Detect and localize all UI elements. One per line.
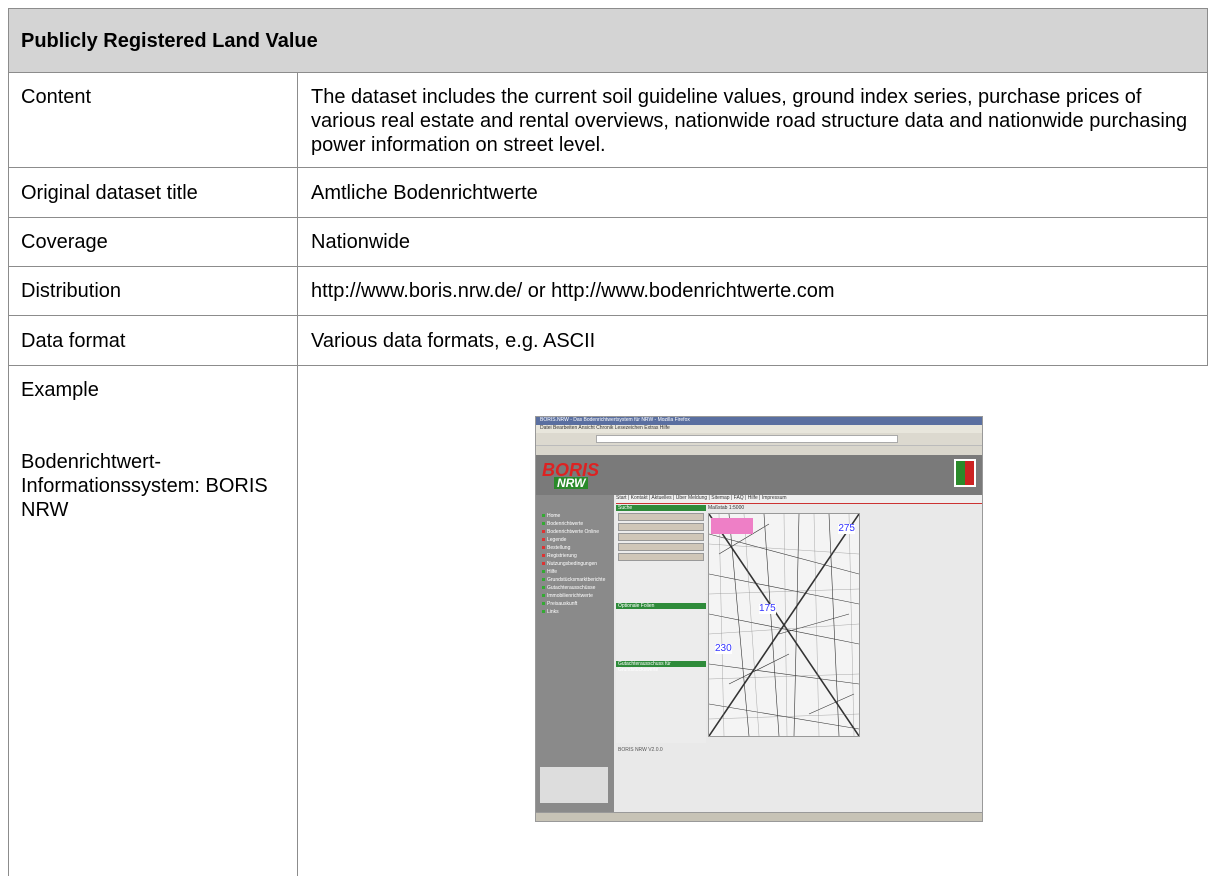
- column-divider: [297, 168, 298, 217]
- land-value-label: 230: [715, 643, 732, 654]
- column-divider: [297, 218, 298, 266]
- address-bar: [596, 435, 898, 443]
- row-value: Various data formats, e.g. ASCII: [311, 330, 596, 352]
- row-value: Nationwide: [311, 231, 410, 253]
- sidebar-item: Bodenrichtwerte Online: [542, 529, 599, 535]
- column-divider: [297, 73, 298, 167]
- sidebar-item: Links: [542, 609, 559, 615]
- search-panel: Suche Optionale Folien Gutachterausschus…: [616, 505, 706, 743]
- sidebar-item: Gutachterausschüsse: [542, 585, 595, 591]
- sidebar-item: Registrierung: [542, 553, 577, 559]
- partner-logos: [540, 767, 608, 803]
- table-title: Publicly Registered Land Value: [8, 8, 1208, 73]
- sidebar-item: Nutzungsbedingungen: [542, 561, 597, 567]
- table-row-content: Content The dataset includes the current…: [8, 73, 1208, 168]
- search-field: [618, 533, 704, 541]
- search-field: [618, 543, 704, 551]
- column-divider: [297, 366, 298, 876]
- scale-selector: Maßstab 1:5000: [708, 505, 745, 511]
- row-label: Original dataset title: [21, 182, 198, 204]
- panel-header: Optionale Folien: [616, 603, 706, 609]
- nrw-crest-icon: [954, 459, 976, 487]
- sidebar-item: Home: [542, 513, 560, 519]
- table-row-data-format: Data format Various data formats, e.g. A…: [8, 316, 1208, 366]
- table-row-coverage: Coverage Nationwide: [8, 218, 1208, 267]
- sidebar-item: Legende: [542, 537, 566, 543]
- status-bar: [536, 812, 982, 821]
- window-title: BORIS.NRW - Das Bodenrichtwertsystem für…: [536, 417, 982, 425]
- row-value: Amtliche Bodenrichtwerte: [311, 182, 538, 204]
- sidebar-item: Hilfe: [542, 569, 557, 575]
- column-divider: [297, 316, 298, 365]
- site-banner: BORIS NRW: [536, 455, 982, 495]
- row-value: http://www.boris.nrw.de/ or http://www.b…: [311, 280, 835, 302]
- table-row-original-title: Original dataset title Amtliche Bodenric…: [8, 168, 1208, 218]
- sidebar-item: Grundstücksmarktberichte: [542, 577, 605, 583]
- menu-bar: Datei Bearbeiten Ansicht Chronik Lesezei…: [536, 425, 982, 433]
- site-tabs: Start | Kontakt | Aktuelles | Über Meldu…: [616, 495, 982, 504]
- row-label: Data format: [21, 330, 126, 352]
- land-value-label: 175: [759, 603, 776, 614]
- map-view: 275 175 230: [708, 513, 860, 737]
- search-field: [618, 523, 704, 531]
- map-notice: [711, 518, 753, 534]
- row-label: Coverage: [21, 231, 108, 253]
- search-field: [618, 513, 704, 521]
- column-divider: [297, 267, 298, 315]
- table-row-distribution: Distribution http://www.boris.nrw.de/ or…: [8, 267, 1208, 316]
- example-screenshot: BORIS.NRW - Das Bodenrichtwertsystem für…: [535, 416, 983, 822]
- land-value-label: 275: [838, 523, 855, 534]
- row-label: Content: [21, 86, 92, 108]
- example-label: Example: [21, 379, 99, 401]
- search-field: [618, 553, 704, 561]
- panel-header: Gutachterausschuss für Grundstückswerte: [616, 661, 706, 673]
- site-sidebar: Home Bodenrichtwerte Bodenrichtwerte Onlin…: [536, 495, 614, 813]
- sidebar-item: Immobilienrichtwerte: [542, 593, 593, 599]
- example-caption: Bodenrichtwert-Informationssystem: BORIS…: [21, 451, 268, 521]
- sidebar-item: Preisauskunft: [542, 601, 577, 607]
- sidebar-item: Bodenrichtwerte: [542, 521, 583, 527]
- nrw-logo: NRW: [554, 477, 589, 489]
- map-streets: [709, 514, 859, 736]
- row-label: Distribution: [21, 280, 122, 302]
- sidebar-item: Bestellung: [542, 545, 570, 551]
- site-footer: BORIS NRW V2.0.0: [618, 747, 663, 753]
- row-value: The dataset includes the current soil gu…: [311, 86, 1188, 156]
- panel-header: Suche: [616, 505, 706, 511]
